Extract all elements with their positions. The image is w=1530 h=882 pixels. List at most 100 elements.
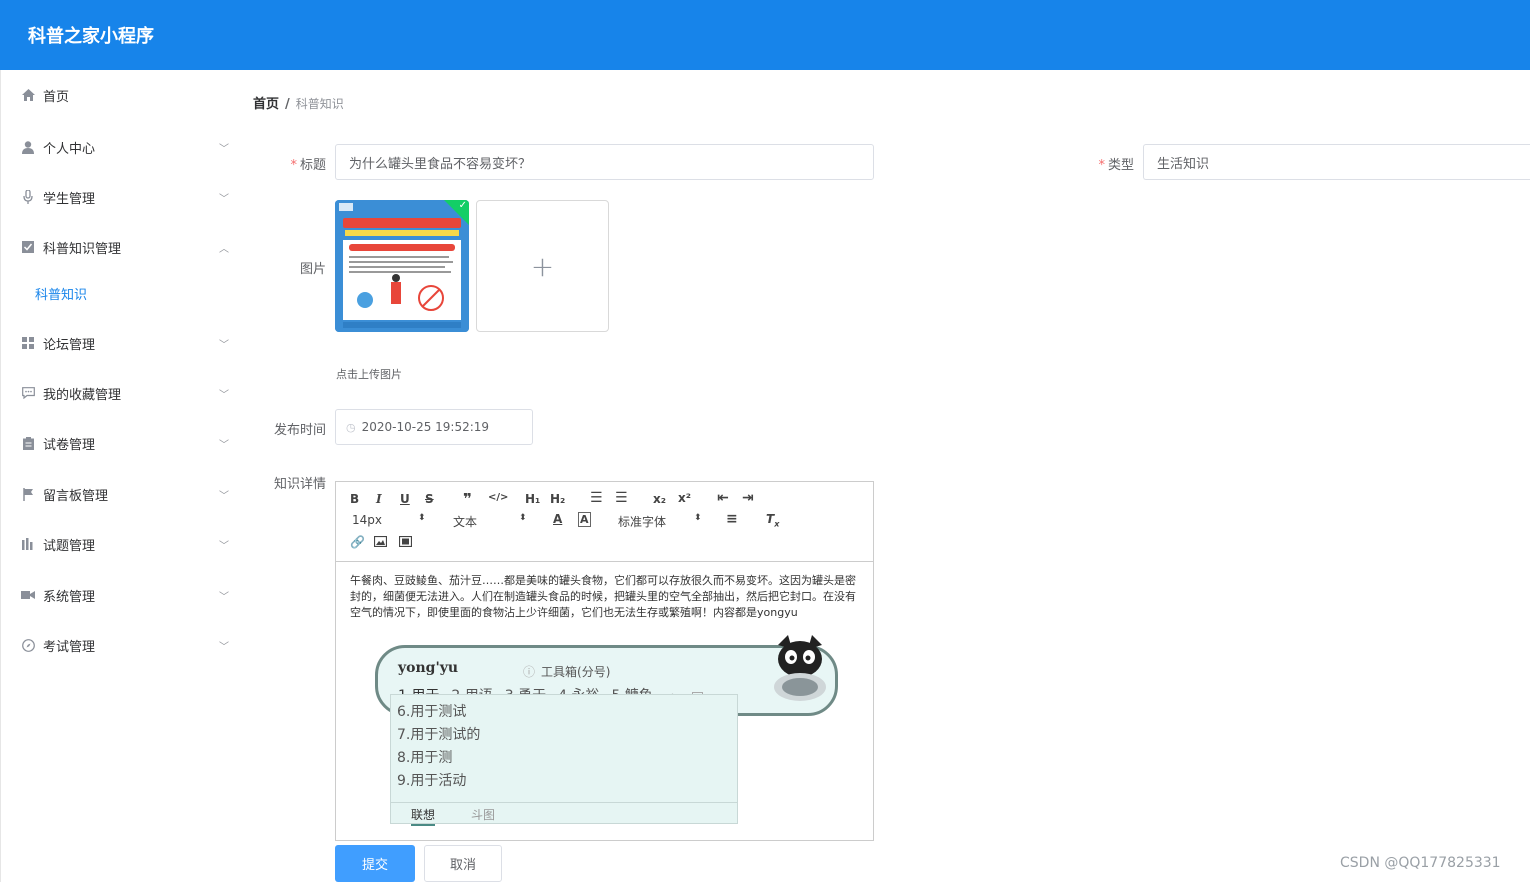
italic-button[interactable]: I [376,492,382,506]
image-label: 图片 [299,262,326,277]
ordered-list-icon[interactable]: ☰ [590,490,603,506]
required-mark: * [290,158,297,173]
sidebar-item-home[interactable]: 首页 [1,70,241,120]
upload-image-button[interactable]: + [476,200,609,332]
chevron-down-icon: ﹀ [219,143,229,155]
video-icon[interactable] [398,535,413,550]
ime-tab-stickers[interactable]: 斗图 [471,806,495,823]
cancel-button[interactable]: 取消 [424,845,502,882]
sidebar-item-label: 首页 [43,89,70,105]
outdent-icon[interactable]: ⇤ [717,490,729,506]
sidebar-item-system[interactable]: 系统管理 ﹀ [1,570,241,620]
sidebar-item-label: 系统管理 [43,589,96,605]
poster-image [335,200,469,332]
header1-button[interactable]: H₁ [525,492,540,506]
ime-candidate[interactable]: 8.用于测 [397,747,452,767]
sidebar-item-knowledge-mgmt[interactable]: 科普知识管理 ︿ [1,222,241,272]
upload-tip: 点击上传图片 [336,368,402,381]
ime-candidate-list: 6.用于测试 7.用于测试的 8.用于测 9.用于活动 联想 斗图 [390,694,738,826]
sidebar-item-questions[interactable]: 试题管理 ﹀ [1,519,241,569]
chevron-down-icon: ﹀ [219,641,229,653]
type-input[interactable]: 生活知识 [1143,144,1530,180]
user-icon [21,140,35,154]
sidebar-item-favorites[interactable]: 我的收藏管理 ﹀ [1,368,241,418]
sidebar-item-label: 留言板管理 [43,488,109,504]
detail-label: 知识详情 [273,477,326,492]
title-label: * 标题 [280,154,326,173]
sidebar-item-label: 科普知识管理 [43,241,122,257]
uploaded-image-thumbnail[interactable]: ✓ [335,200,469,332]
top-bar: 科普之家小程序 [0,0,1530,70]
sidebar-item-label: 试卷管理 [43,437,96,453]
flag-icon [21,487,35,501]
ime-tab-association[interactable]: 联想 [411,806,436,826]
chevron-down-icon: ﹀ [219,439,229,451]
indent-icon[interactable]: ⇥ [742,490,754,506]
breadcrumb-current: 科普知识 [295,97,344,111]
sidebar-item-students[interactable]: 学生管理 ﹀ [1,172,241,222]
editor-toolbar: B I U S ❞ </> H₁ H₂ ☰ ☰ x₂ x² ⇤ ⇥ 14px ⬍… [336,482,873,562]
clipboard-icon [21,436,35,450]
publish-time-input[interactable]: ◷ 2020-10-25 19:52:19 [335,409,533,445]
grid-icon [21,336,35,350]
link-icon[interactable]: 🔗 [350,535,365,549]
sidebar: 首页 个人中心 ﹀ 学生管理 ﹀ 科普知识管理 ︿ 科普知识 论坛管理 ﹀ 我的… [0,70,240,882]
paragraph-select[interactable]: 文本 [453,513,477,530]
watermark: CSDN @QQ177825331 [1340,855,1501,871]
mic-icon [21,190,35,204]
sidebar-item-messages[interactable]: 留言板管理 ﹀ [1,469,241,519]
strike-button[interactable]: S [425,492,434,506]
chevron-down-icon: ﹀ [219,591,229,603]
ime-candidate[interactable]: 6.用于测试 [397,701,466,721]
home-icon [21,88,35,102]
header2-button[interactable]: H₂ [550,492,565,506]
plus-icon: + [530,249,555,283]
code-block-icon[interactable]: </> [488,492,508,503]
clear-format-icon[interactable]: Tx [766,512,779,528]
align-icon[interactable]: ≡ [726,511,738,527]
bold-button[interactable]: B [350,492,359,506]
background-color-button[interactable]: A [578,512,591,527]
sidebar-item-label: 科普知识 [35,287,88,303]
font-color-button[interactable]: A [553,512,562,526]
chart-icon [21,537,35,551]
bullet-list-icon[interactable]: ☰ [615,490,628,506]
chevron-down-icon: ﹀ [219,389,229,401]
compass-icon [21,638,35,652]
sidebar-subitem-knowledge[interactable]: 科普知识 [1,268,241,318]
app-title: 科普之家小程序 [28,26,154,47]
blockquote-icon[interactable]: ❞ [463,490,472,508]
chevron-down-icon: ﹀ [219,490,229,502]
required-mark: * [1098,158,1105,173]
publish-time-value: 2020-10-25 19:52:19 [361,420,490,434]
breadcrumb-separator: / [285,97,290,112]
sidebar-item-forum[interactable]: 论坛管理 ﹀ [1,318,241,368]
title-input[interactable]: 为什么罐头里食品不容易变坏？ [335,144,874,180]
main-content: 首页 / 科普知识 * 标题 为什么罐头里食品不容易变坏？ * 类型 生活知识 图片 ✓ [240,70,1530,882]
check-icon: ✓ [458,200,467,211]
sidebar-item-label: 试题管理 [43,538,96,554]
sidebar-item-profile[interactable]: 个人中心 ﹀ [1,122,241,172]
sidebar-item-label: 我的收藏管理 [43,387,122,403]
subscript-button[interactable]: x₂ [653,492,666,506]
ime-candidate[interactable]: 7.用于测试的 [397,724,480,744]
chat-icon [21,386,35,400]
sidebar-item-label: 论坛管理 [43,337,96,353]
checkbox-icon [21,240,35,254]
font-size-select[interactable]: 14px [352,513,382,527]
underline-button[interactable]: U [400,492,410,506]
title-label-text: 标题 [299,158,326,173]
breadcrumb-home[interactable]: 首页 [253,97,279,112]
ime-toolbox[interactable]: ⓘ 工具箱(分号) [523,663,610,680]
sidebar-item-exams[interactable]: 考试管理 ﹀ [1,620,241,670]
superscript-button[interactable]: x² [678,491,691,505]
ime-tabs: 联想 斗图 [391,802,737,826]
sidebar-item-papers[interactable]: 试卷管理 ﹀ [1,418,241,468]
ime-candidate[interactable]: 9.用于活动 [397,770,466,790]
submit-button[interactable]: 提交 [335,845,415,882]
image-icon[interactable] [373,535,388,550]
editor-content[interactable]: 午餐肉、豆豉鲮鱼、茄汁豆……都是美味的罐头食物，它们都可以存放很久而不易变坏。这… [350,573,862,621]
chevron-down-icon: ﹀ [219,540,229,552]
font-family-select[interactable]: 标准字体 [618,513,666,530]
chevron-up-icon: ︿ [219,243,229,255]
